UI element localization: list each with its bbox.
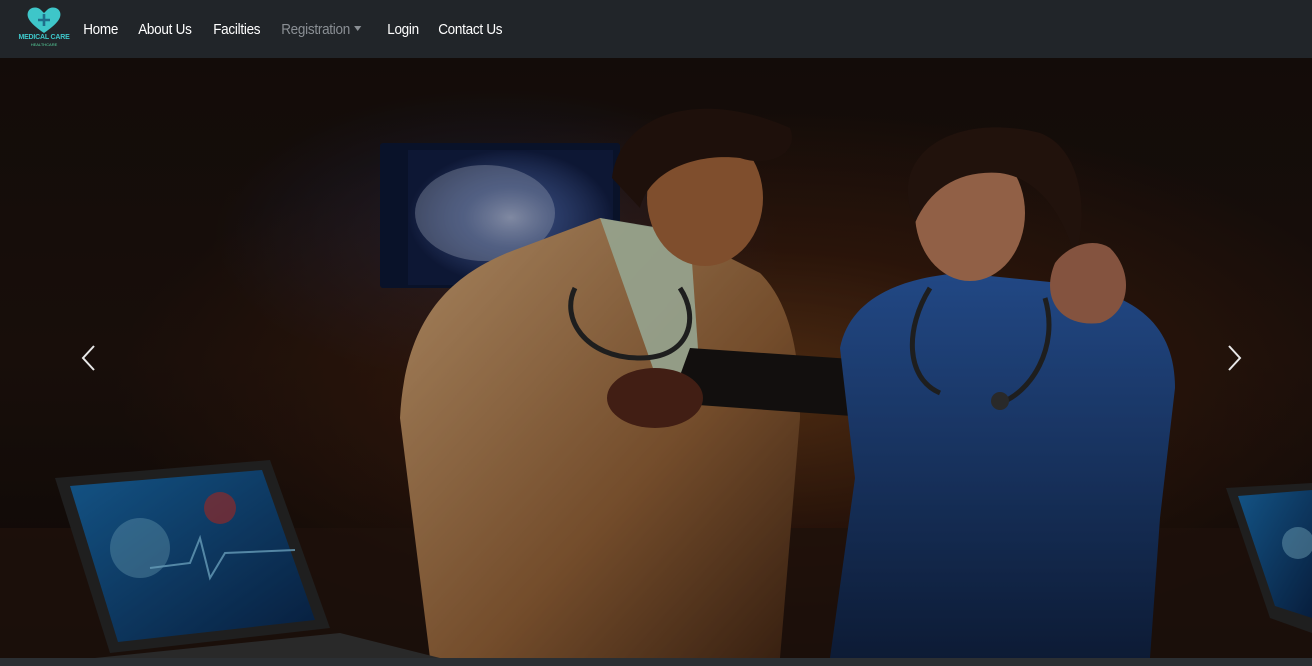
- main-nav: Home About Us Facilties Registration Log…: [76, 21, 518, 38]
- nav-about-us[interactable]: About Us: [131, 21, 199, 38]
- brand-name: MEDICAL CARE: [18, 34, 70, 41]
- chevron-left-icon: [81, 345, 95, 371]
- top-navbar: MEDICAL CARE HEALTHCARE Home About Us Fa…: [0, 0, 1312, 58]
- carousel-next-button[interactable]: [1215, 328, 1255, 388]
- heart-logo-icon: [27, 7, 61, 34]
- hero-slide-image: [0, 58, 1312, 658]
- carousel-prev-button[interactable]: [68, 328, 108, 388]
- nav-registration-dropdown[interactable]: Registration: [274, 21, 369, 38]
- nav-facilities[interactable]: Facilties: [206, 21, 267, 38]
- nav-home[interactable]: Home: [76, 21, 125, 38]
- nav-registration-label: Registration: [281, 20, 351, 38]
- nav-login[interactable]: Login: [380, 21, 426, 38]
- page-bottom-strip: [0, 658, 1312, 666]
- hero-carousel: [0, 58, 1312, 658]
- brand-tagline: HEALTHCARE: [30, 42, 58, 47]
- chevron-right-icon: [1228, 345, 1242, 371]
- brand-logo[interactable]: MEDICAL CARE HEALTHCARE: [18, 6, 70, 52]
- caret-down-icon: [354, 25, 363, 31]
- nav-contact-us[interactable]: Contact Us: [431, 21, 509, 38]
